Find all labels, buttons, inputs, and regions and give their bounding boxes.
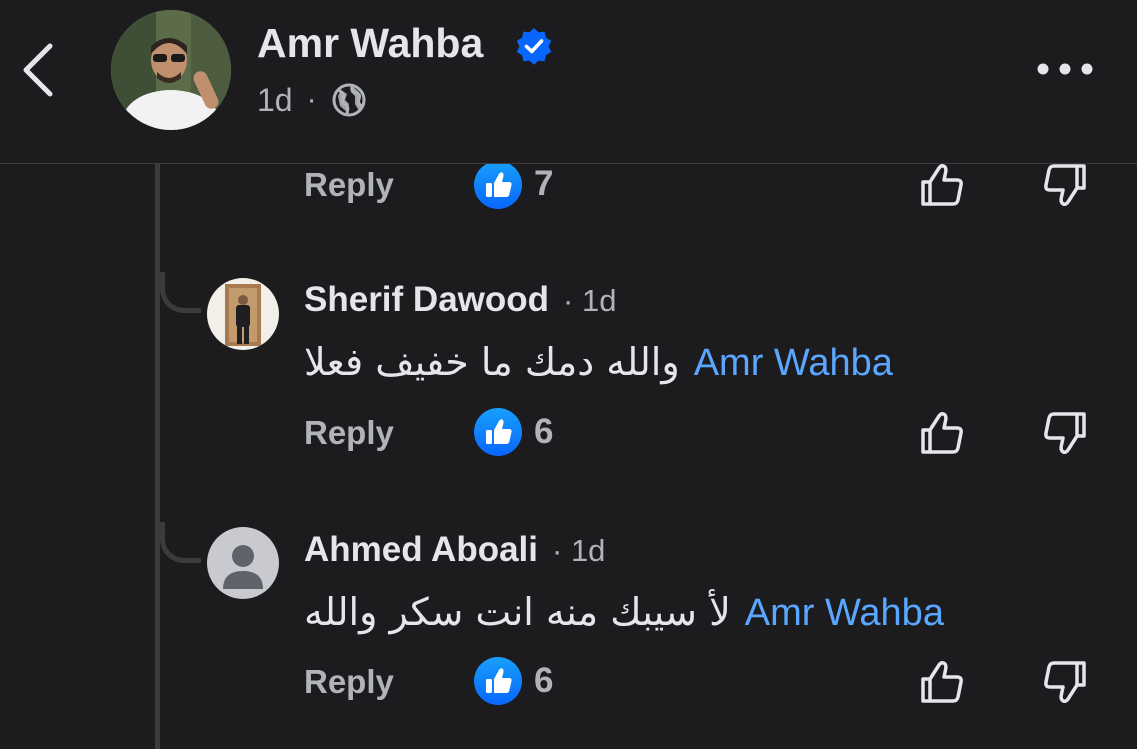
upvote-button[interactable] xyxy=(915,655,969,709)
comment-message: لأ سيبك منه انت سكر والله xyxy=(304,590,731,634)
post-header: Amr Wahba 1d · xyxy=(0,0,1137,164)
commenter-name-text: Sherif Dawood xyxy=(304,280,550,319)
mention-link[interactable]: Amr Wahba xyxy=(745,592,944,635)
like-count: 6 xyxy=(534,661,554,700)
upvote-button[interactable] xyxy=(915,406,969,460)
mention-link[interactable]: Amr Wahba xyxy=(694,342,893,385)
thumbs-down-outline-icon xyxy=(1044,164,1086,207)
like-count: 6 xyxy=(534,412,554,451)
verified-badge-icon xyxy=(516,28,552,65)
author-avatar[interactable] xyxy=(111,10,231,130)
globe-icon xyxy=(332,83,366,117)
thumbs-up-outline-icon xyxy=(921,163,963,206)
comment-actions: Reply 7 xyxy=(0,158,1137,218)
more-options-button[interactable] xyxy=(1030,52,1100,86)
downvote-button[interactable] xyxy=(1038,158,1092,212)
like-count: 7 xyxy=(534,164,554,203)
thumbs-down-outline-icon xyxy=(1044,661,1086,704)
reply-button[interactable]: Reply xyxy=(304,414,394,452)
commenter-name[interactable]: Ahmed Aboali · 1d xyxy=(304,530,605,570)
reply-button[interactable]: Reply xyxy=(304,663,394,701)
like-reaction-icon xyxy=(474,657,522,705)
back-button[interactable] xyxy=(14,40,64,100)
author-photo xyxy=(111,10,231,130)
comment-message: والله دمك ما خفيف فعلا xyxy=(304,340,680,384)
more-dots-icon xyxy=(1037,63,1093,75)
commenter-photo xyxy=(207,278,279,350)
like-reaction-icon xyxy=(474,408,522,456)
default-avatar-icon xyxy=(207,527,279,599)
author-name[interactable]: Amr Wahba xyxy=(257,20,483,67)
chevron-left-icon xyxy=(23,43,53,97)
comment-text: لأ سيبك منه انت سكر والله Amr Wahba xyxy=(304,590,944,635)
comment-actions: Reply 6 xyxy=(0,653,1137,713)
post-time: 1d xyxy=(257,81,293,118)
reply-button[interactable]: Reply xyxy=(304,166,394,204)
downvote-button[interactable] xyxy=(1038,406,1092,460)
post-meta: 1d · xyxy=(257,80,367,120)
meta-separator: · xyxy=(306,83,317,116)
commenter-avatar[interactable] xyxy=(207,527,279,599)
commenter-name-text: Ahmed Aboali xyxy=(304,530,538,569)
comment-time-value: 1d xyxy=(581,283,617,318)
thumbs-down-outline-icon xyxy=(1044,412,1086,455)
thumbs-up-outline-icon xyxy=(921,411,963,454)
comment-text: والله دمك ما خفيف فعلا Amr Wahba xyxy=(304,340,893,385)
comment-time-value: 1d xyxy=(570,533,606,568)
comment-thread-screen: Amr Wahba 1d · Reply 7 Sherif Dawood · 1… xyxy=(0,0,1137,749)
commenter-name[interactable]: Sherif Dawood · 1d xyxy=(304,280,616,320)
comment-actions: Reply 6 xyxy=(0,404,1137,464)
commenter-avatar[interactable] xyxy=(207,278,279,350)
comment-time: · 1d xyxy=(552,533,606,568)
downvote-button[interactable] xyxy=(1038,655,1092,709)
comment-time: · 1d xyxy=(563,283,617,318)
like-reaction-icon xyxy=(474,161,522,209)
thumbs-up-outline-icon xyxy=(921,660,963,703)
upvote-button[interactable] xyxy=(915,158,969,212)
